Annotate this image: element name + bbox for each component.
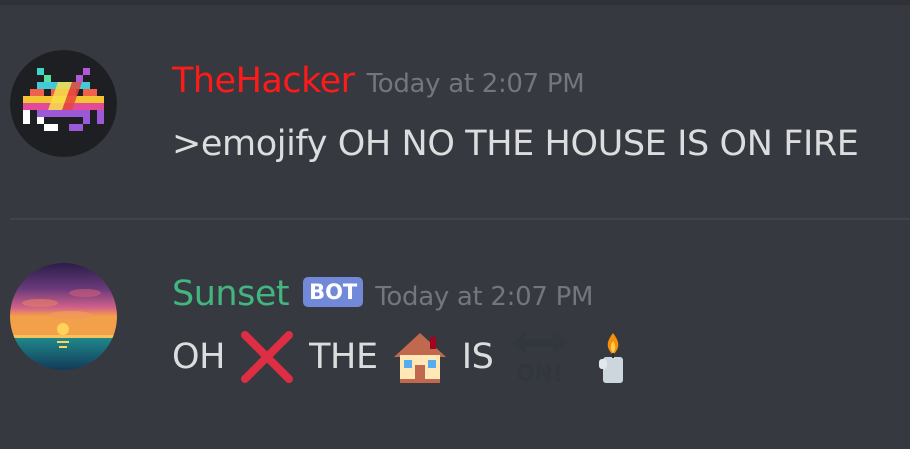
top-divider: [0, 0, 910, 5]
message-word: OH: [172, 337, 226, 377]
message-content: OH THE IS ON!: [172, 329, 655, 385]
bot-badge: BOT: [303, 277, 364, 307]
avatar[interactable]: [10, 50, 117, 157]
message-word: THE: [309, 337, 378, 377]
message-header: TheHacker Today at 2:07 PM: [172, 60, 585, 102]
username[interactable]: Sunset: [172, 274, 290, 314]
message-word: IS: [461, 337, 494, 377]
cross-mark-icon[interactable]: [239, 329, 295, 385]
timestamp: Today at 2:07 PM: [366, 69, 585, 99]
on-arrow-icon[interactable]: ON!: [507, 329, 571, 385]
house-icon[interactable]: [392, 329, 448, 385]
on-arrow-label: ON!: [516, 362, 562, 385]
candle-icon[interactable]: [585, 329, 641, 385]
username[interactable]: TheHacker: [172, 61, 355, 101]
space-invader-icon: [10, 50, 117, 157]
avatar[interactable]: [10, 263, 117, 370]
timestamp: Today at 2:07 PM: [375, 282, 594, 312]
message-divider: [10, 218, 910, 220]
sunset-icon: [10, 263, 117, 370]
message-header: Sunset BOT Today at 2:07 PM: [172, 273, 593, 315]
message-content: >emojify OH NO THE HOUSE IS ON FIRE: [172, 124, 859, 164]
